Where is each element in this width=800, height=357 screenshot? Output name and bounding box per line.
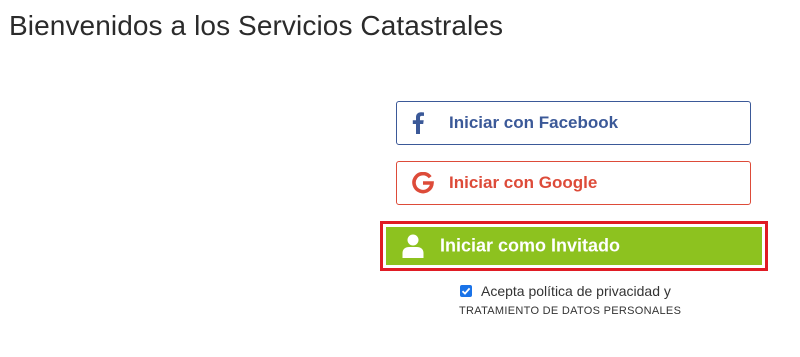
google-login-label: Iniciar con Google — [449, 173, 598, 192]
facebook-login-label: Iniciar con Facebook — [449, 113, 619, 132]
checkmark-icon — [461, 287, 471, 295]
privacy-consent: Acepta política de privacidad y — [460, 283, 671, 299]
page-title: Bienvenidos a los Servicios Catastrales — [9, 10, 504, 41]
login-page: Bienvenidos a los Servicios Catastrales … — [0, 0, 800, 357]
guest-login-button[interactable]: Iniciar como Invitado — [386, 227, 762, 265]
guest-login-label: Iniciar como Invitado — [440, 235, 621, 256]
personal-data-policy-link[interactable]: TRATAMIENTO DE DATOS PERSONALES — [459, 305, 681, 317]
user-icon — [402, 234, 424, 258]
privacy-consent-checkbox[interactable] — [460, 285, 472, 297]
facebook-icon — [412, 112, 424, 134]
facebook-login-button[interactable]: Iniciar con Facebook — [396, 101, 751, 145]
guest-login-highlight: Iniciar como Invitado — [380, 221, 768, 271]
privacy-consent-label: Acepta política de privacidad y — [481, 283, 671, 299]
google-icon — [412, 172, 434, 194]
google-login-button[interactable]: Iniciar con Google — [396, 161, 751, 205]
